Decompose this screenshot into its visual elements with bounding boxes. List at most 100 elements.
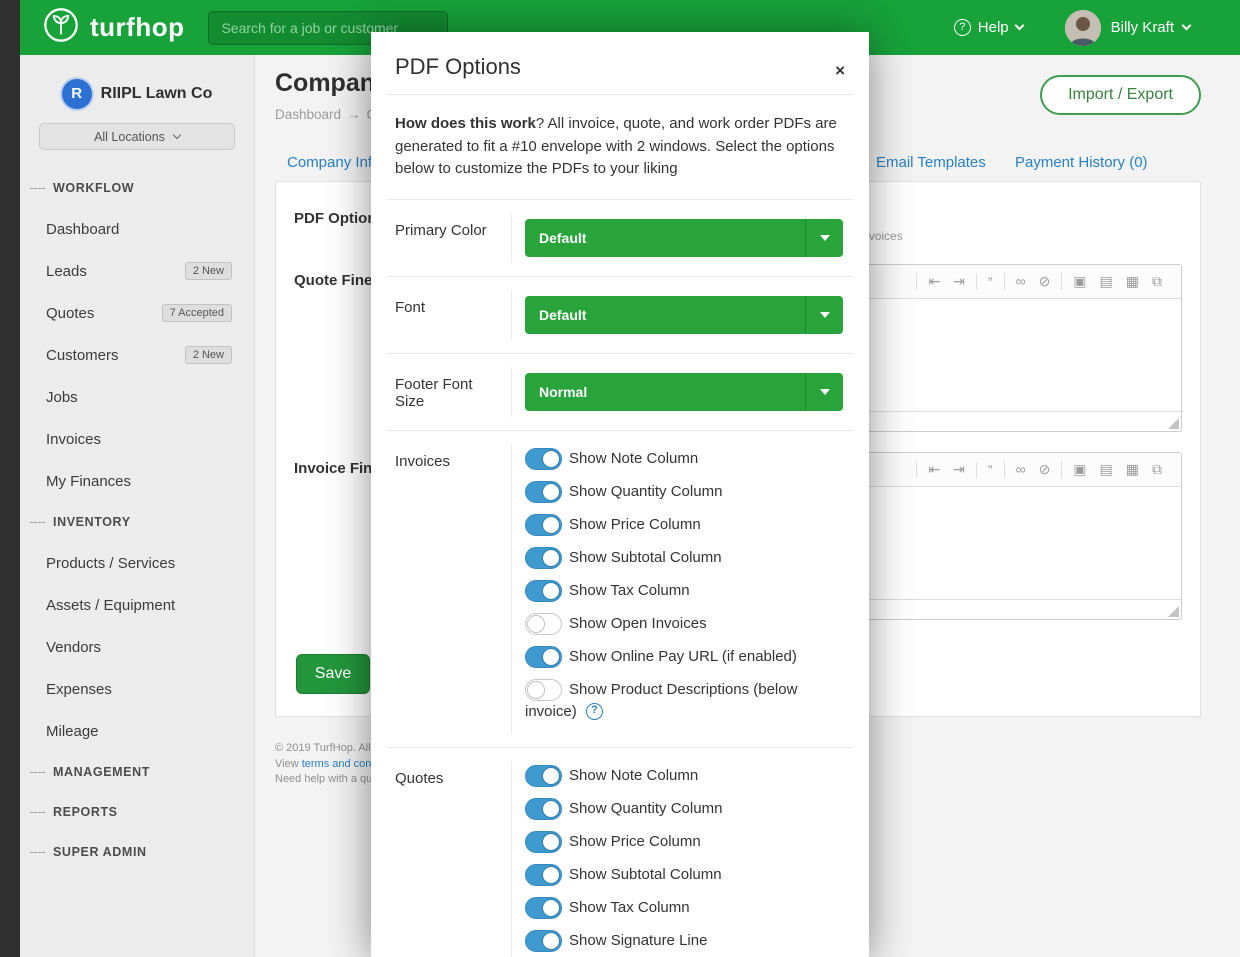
blockquote-icon[interactable]: ” [988,462,993,478]
indent-increase-icon[interactable]: ⇥ [953,461,965,478]
field-control: Default [511,213,853,263]
font-select[interactable]: Default [525,296,843,334]
indent-decrease-icon[interactable]: ⇤ [928,273,940,290]
sidebar-item-jobs[interactable]: Jobs [20,376,254,418]
item-label: Products / Services [46,555,175,572]
help-menu[interactable]: ? Help [954,19,1023,36]
tab-company-info[interactable]: Company Inf [287,154,372,171]
toggle-invoices-note-column[interactable] [525,448,562,470]
fullscreen-icon[interactable]: ⧉ [1152,273,1162,290]
sidebar-item-vendors[interactable]: Vendors [20,626,254,668]
video-icon[interactable]: ▤ [1100,273,1113,290]
toggle-invoices-quantity-column[interactable] [525,481,562,503]
unlink-icon[interactable]: ⊘ [1039,273,1051,290]
resize-handle[interactable] [1168,418,1179,429]
section-title: MANAGEMENT [53,765,150,779]
toggle-quotes-subtotal-column[interactable] [525,864,562,886]
toggle-invoices-subtotal-column[interactable] [525,547,562,569]
toggle-label: Show Product Descriptions (below invoice… [525,681,797,720]
close-icon[interactable]: × [835,62,845,79]
sidebar-item-invoices[interactable]: Invoices [20,418,254,460]
blockquote-icon[interactable]: ” [988,274,993,290]
tab-payment-history[interactable]: Payment History (0) [1015,154,1148,171]
tab-email-templates[interactable]: Email Templates [876,154,986,171]
sidebar-section-super-admin[interactable]: SUPER ADMIN [20,832,254,872]
toggle-knob [542,549,560,567]
sidebar-section-reports[interactable]: REPORTS [20,792,254,832]
section-row-quotes: Quotes Show Note Column Show Quantity Co… [387,747,853,957]
turfhop-logo[interactable]: turfhop [42,6,184,49]
indent-decrease-icon[interactable]: ⇤ [928,461,940,478]
company-switcher[interactable]: R RIIPL Lawn Co [20,55,254,109]
sidebar-item-assets-equipment[interactable]: Assets / Equipment [20,584,254,626]
sidebar-item-customers[interactable]: Customers 2 New [20,334,254,376]
toggle-row: Show Price Column [525,514,847,536]
section-label: Invoices [387,444,511,734]
toolbar-group-quote: ” [976,462,1004,478]
terms-link[interactable]: terms and cond [302,758,378,770]
import-export-button[interactable]: Import / Export [1040,75,1201,115]
toggle-label: Show Open Invoices [569,615,707,632]
video-icon[interactable]: ▤ [1100,461,1113,478]
table-icon[interactable]: ▦ [1126,461,1139,478]
toggle-row: Show Online Pay URL (if enabled) [525,646,847,668]
locations-dropdown[interactable]: All Locations [39,123,235,150]
toggle-invoices-tax-column[interactable] [525,580,562,602]
customers-count-badge: 2 New [185,346,232,364]
image-icon[interactable]: ▣ [1073,273,1086,290]
toggle-invoices-online-pay-url[interactable] [525,646,562,668]
primary-color-select[interactable]: Default [525,219,843,257]
toggle-invoices-price-column[interactable] [525,514,562,536]
sidebar-item-my-finances[interactable]: My Finances [20,460,254,502]
resize-handle[interactable] [1168,606,1179,617]
link-icon[interactable]: ∞ [1016,461,1026,478]
sidebar-item-mileage[interactable]: Mileage [20,710,254,752]
table-icon[interactable]: ▦ [1126,273,1139,290]
toggle-quotes-quantity-column[interactable] [525,798,562,820]
sidebar-item-quotes[interactable]: Quotes 7 Accepted [20,292,254,334]
sidebar-section-workflow: WORKFLOW [20,168,254,208]
toggle-quotes-tax-column[interactable] [525,897,562,919]
toggle-row: Show Open Invoices [525,613,847,635]
intro-bold: How does this work [395,115,536,132]
user-avatar[interactable] [1065,10,1101,46]
user-name[interactable]: Billy Kraft [1111,19,1174,36]
field-label: Primary Color [387,213,511,263]
sidebar-section-inventory: INVENTORY [20,502,254,542]
item-label: Assets / Equipment [46,597,175,614]
field-label: Footer Font Size [387,367,511,417]
footer-font-size-select[interactable]: Normal [525,373,843,411]
help-icon[interactable]: ? [586,703,603,720]
toggle-quotes-note-column[interactable] [525,765,562,787]
locations-label: All Locations [94,130,165,144]
image-icon[interactable]: ▣ [1073,461,1086,478]
toggle-label: Show Quantity Column [569,800,722,817]
toggle-knob [527,681,545,699]
save-button[interactable]: Save [296,654,370,694]
chevron-down-icon[interactable] [1182,21,1192,31]
item-label: Quotes [46,305,94,322]
sidebar-item-leads[interactable]: Leads 2 New [20,250,254,292]
item-label: Jobs [46,389,78,406]
toggle-quotes-signature-line[interactable] [525,930,562,952]
toggle-knob [542,932,560,950]
logo-wordmark: turfhop [90,12,184,43]
help-circle-icon: ? [954,19,971,36]
sidebar-section-management[interactable]: MANAGEMENT [20,752,254,792]
unlink-icon[interactable]: ⊘ [1039,461,1051,478]
toolbar-group-quote: ” [976,274,1004,290]
toggle-knob [542,450,560,468]
link-icon[interactable]: ∞ [1016,273,1026,290]
toggle-invoices-open-invoices[interactable] [525,613,562,635]
sidebar-item-expenses[interactable]: Expenses [20,668,254,710]
sidebar-item-dashboard[interactable]: Dashboard [20,208,254,250]
toggle-row: Show Quantity Column [525,481,847,503]
breadcrumb-dashboard[interactable]: Dashboard [275,107,341,122]
toggle-invoices-product-descriptions[interactable] [525,679,562,701]
item-label: Customers [46,347,119,364]
fullscreen-icon[interactable]: ⧉ [1152,461,1162,478]
field-label: Font [387,290,511,340]
toggle-quotes-price-column[interactable] [525,831,562,853]
sidebar-item-products-services[interactable]: Products / Services [20,542,254,584]
indent-increase-icon[interactable]: ⇥ [953,273,965,290]
